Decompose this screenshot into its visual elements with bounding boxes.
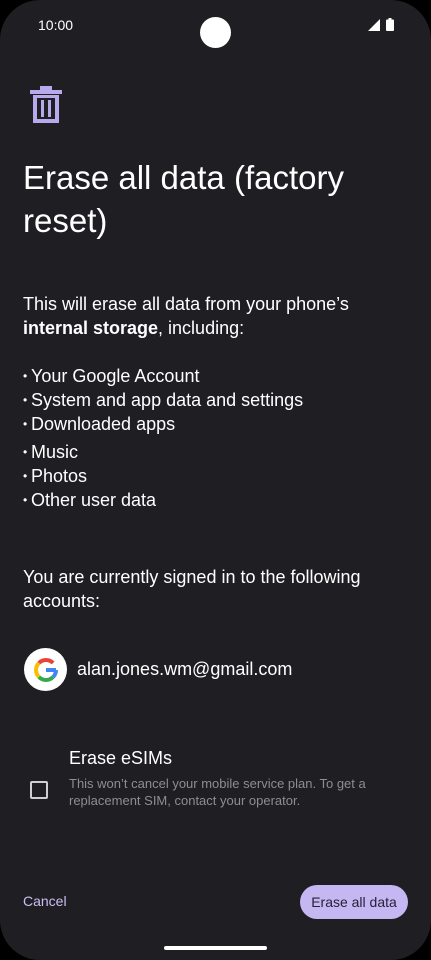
list-item: Other user data [23, 488, 156, 512]
list-item: Photos [23, 464, 87, 488]
intro-text-end: , including: [158, 318, 245, 338]
intro-text: This will erase all data from your phone… [23, 292, 413, 340]
account-email: alan.jones.wm@gmail.com [77, 659, 293, 679]
signed-in-text: You are currently signed in to the follo… [23, 567, 361, 611]
gesture-nav-handle[interactable] [164, 946, 267, 950]
battery-icon [386, 18, 394, 31]
status-bar: 10:00 [0, 0, 431, 50]
google-logo-icon [24, 648, 67, 691]
signal-icon [368, 18, 380, 31]
erase-all-data-button[interactable]: Erase all data [300, 885, 408, 919]
cancel-button[interactable]: Cancel [23, 893, 67, 909]
list-item: System and app data and settings [23, 388, 303, 412]
status-time: 10:00 [38, 17, 74, 33]
camera-cutout [200, 17, 231, 48]
phone-screen: 10:00 Erase all data (factory reset) Thi… [0, 0, 431, 960]
erase-esims-label: Erase eSIMs [69, 748, 173, 768]
intro-text-bold: internal storage [23, 318, 159, 338]
trash-icon [30, 86, 62, 123]
page-title: Erase all data (factory reset) [23, 159, 344, 239]
status-icons [368, 18, 394, 31]
list-item: Music [23, 440, 78, 464]
list-item: Downloaded apps [23, 412, 175, 436]
account-row: alan.jones.wm@gmail.com [24, 648, 292, 691]
intro-text-start: This will erase all data from your phone… [23, 294, 349, 314]
list-item: Your Google Account [23, 364, 199, 388]
erase-esims-checkbox[interactable] [30, 781, 48, 799]
erase-esims-description: This won’t cancel your mobile service pl… [69, 776, 366, 808]
